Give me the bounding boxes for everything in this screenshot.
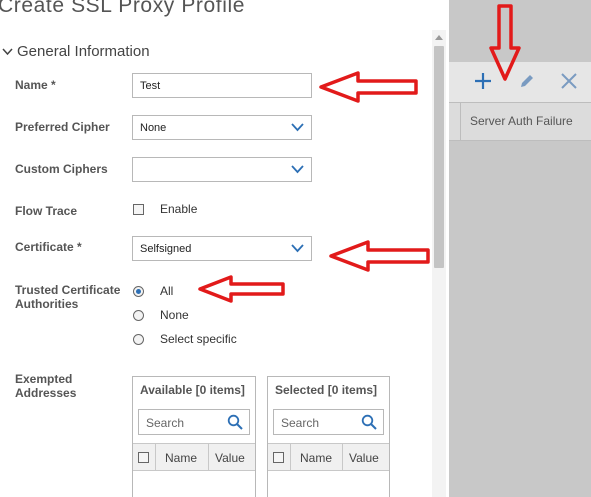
selected-col-value[interactable]: Value [349,451,379,465]
search-icon[interactable] [227,414,243,430]
available-list-title: Available [0 items] [140,383,245,397]
available-select-all-checkbox[interactable] [138,452,149,463]
trusted-ca-option-select-specific: Select specific [160,332,237,346]
trusted-ca-radio-none[interactable] [133,310,144,321]
certificate-label: Certificate * [15,240,82,254]
available-grid-header: Name Value [133,443,255,471]
chevron-down-icon [2,43,14,60]
preferred-cipher-label: Preferred Cipher [15,120,110,134]
exempted-addresses-label: Exempted Addresses [15,372,77,400]
column-divider [208,444,209,470]
name-input[interactable]: Test [132,73,312,98]
certificate-value: Selfsigned [140,243,192,255]
column-divider [155,444,156,470]
column-divider [290,444,291,470]
trusted-ca-option-none: None [160,308,189,322]
annotation-arrow-left-icon [329,240,430,272]
selected-list-title: Selected [0 items] [275,383,378,397]
section-title: General Information [17,43,150,60]
trusted-ca-option-all: All [160,284,174,298]
available-col-value[interactable]: Value [215,451,245,465]
selected-select-all-checkbox[interactable] [273,452,284,463]
background-table-header: Server Auth Failure [448,102,591,141]
column-divider [342,444,343,470]
flow-trace-checkbox[interactable] [133,204,144,215]
selected-grid-header: Name Value [268,443,389,471]
selected-search-input[interactable]: Search [273,409,384,435]
flow-trace-enable-label: Enable [160,202,198,216]
chevron-down-icon [291,165,304,174]
chevron-down-icon [291,123,304,132]
column-header-server-auth-failure[interactable]: Server Auth Failure [470,114,573,128]
certificate-select[interactable]: Selfsigned [132,236,312,261]
selected-list: Selected [0 items] Search Name Value [267,376,390,497]
custom-ciphers-select[interactable] [132,157,312,182]
scroll-up-arrow-icon[interactable] [435,34,443,40]
preferred-cipher-select[interactable]: None [132,115,312,140]
available-list: Available [0 items] Search Name Value [132,376,256,497]
chevron-down-icon [291,244,304,253]
available-col-name[interactable]: Name [165,451,197,465]
annotation-arrow-down-icon [489,4,521,81]
trusted-ca-label: Trusted Certificate Authorities [15,283,121,311]
dialog-scrollbar-thumb[interactable] [434,46,444,268]
annotation-arrow-left-icon [198,275,285,303]
close-icon[interactable] [556,68,582,94]
trusted-ca-radio-all[interactable] [133,286,144,297]
trusted-ca-radio-select-specific[interactable] [133,334,144,345]
custom-ciphers-label: Custom Ciphers [15,162,108,176]
annotation-arrow-left-icon [319,71,418,103]
name-value: Test [140,80,161,92]
selected-col-name[interactable]: Name [300,451,332,465]
flow-trace-label: Flow Trace [15,204,78,218]
section-general-information[interactable]: General Information [2,43,150,60]
available-search-placeholder: Search [146,416,185,430]
column-divider [460,103,461,140]
available-search-input[interactable]: Search [138,409,250,435]
selected-search-placeholder: Search [281,416,320,430]
dialog-title: Create SSL Proxy Profile [0,0,246,17]
search-icon[interactable] [361,414,377,430]
preferred-cipher-value: None [140,122,167,134]
name-label: Name * [15,78,56,92]
